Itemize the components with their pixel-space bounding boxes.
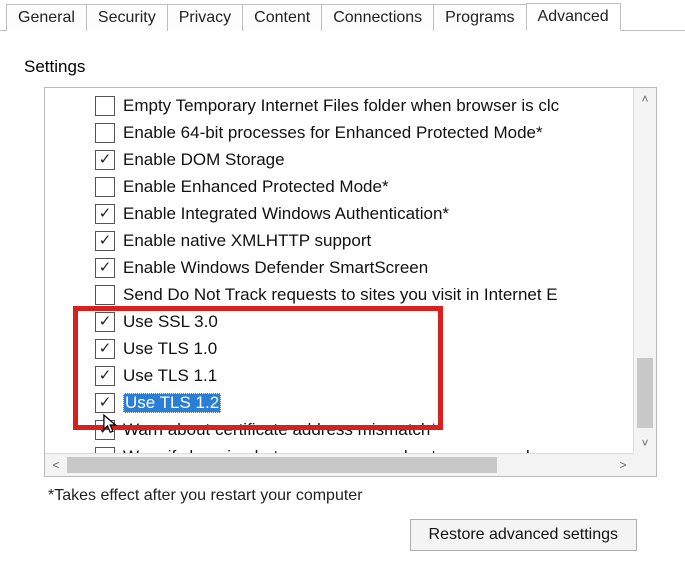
restart-note: *Takes effect after you restart your com… bbox=[48, 487, 661, 505]
button-row: Restore advanced settings bbox=[24, 519, 637, 551]
tab-programs[interactable]: Programs bbox=[433, 4, 526, 31]
vertical-scroll-thumb[interactable] bbox=[637, 358, 653, 428]
settings-item-label: Use TLS 1.2 bbox=[123, 393, 221, 413]
settings-group-label: Settings bbox=[24, 57, 91, 77]
checkbox[interactable] bbox=[95, 204, 115, 224]
settings-item[interactable]: Use SSL 3.0 bbox=[49, 308, 634, 335]
scrollbar-corner bbox=[634, 454, 656, 476]
checkbox[interactable] bbox=[95, 96, 115, 116]
settings-item[interactable]: Enable 64-bit processes for Enhanced Pro… bbox=[49, 119, 634, 146]
settings-item-label: Enable Integrated Windows Authentication… bbox=[123, 204, 449, 224]
settings-item[interactable]: Enable Enhanced Protected Mode* bbox=[49, 173, 634, 200]
settings-item-label: Enable Enhanced Protected Mode* bbox=[123, 177, 389, 197]
settings-item-label: Empty Temporary Internet Files folder wh… bbox=[123, 96, 559, 116]
settings-item-label: Enable 64-bit processes for Enhanced Pro… bbox=[123, 123, 543, 143]
checkbox[interactable] bbox=[95, 312, 115, 332]
settings-item[interactable]: Enable native XMLHTTP support bbox=[49, 227, 634, 254]
checkbox[interactable] bbox=[95, 123, 115, 143]
checkbox[interactable] bbox=[95, 150, 115, 170]
settings-item[interactable]: Send Do Not Track requests to sites you … bbox=[49, 281, 634, 308]
settings-item-label: Use TLS 1.1 bbox=[123, 366, 217, 386]
scroll-up-arrow-icon[interactable]: ˄ bbox=[634, 88, 656, 110]
tab-content[interactable]: Content bbox=[242, 4, 322, 31]
settings-item-label: Use SSL 3.0 bbox=[123, 312, 218, 332]
checkbox[interactable] bbox=[95, 177, 115, 197]
tab-security[interactable]: Security bbox=[86, 4, 168, 31]
settings-item[interactable]: Use TLS 1.2 bbox=[49, 389, 634, 416]
settings-item-label: Enable DOM Storage bbox=[123, 150, 285, 170]
settings-item[interactable]: Enable DOM Storage bbox=[49, 146, 634, 173]
tab-connections[interactable]: Connections bbox=[321, 4, 434, 31]
settings-item-label: Use TLS 1.0 bbox=[123, 339, 217, 359]
checkbox[interactable] bbox=[95, 231, 115, 251]
checkbox[interactable] bbox=[95, 393, 115, 413]
checkbox[interactable] bbox=[95, 366, 115, 386]
checkbox[interactable] bbox=[95, 258, 115, 278]
internet-options-dialog: GeneralSecurityPrivacyContentConnections… bbox=[0, 0, 685, 580]
settings-item[interactable]: Use TLS 1.0 bbox=[49, 335, 634, 362]
settings-item-label: Send Do Not Track requests to sites you … bbox=[123, 285, 558, 305]
restore-advanced-settings-button[interactable]: Restore advanced settings bbox=[410, 519, 637, 551]
settings-item[interactable]: Warn about certificate address mismatch* bbox=[49, 416, 634, 443]
checkbox[interactable] bbox=[95, 339, 115, 359]
tab-general[interactable]: General bbox=[6, 4, 87, 31]
tab-privacy[interactable]: Privacy bbox=[167, 4, 243, 31]
settings-group: Settings Empty Temporary Internet Files … bbox=[24, 57, 661, 477]
tab-advanced[interactable]: Advanced bbox=[526, 3, 621, 31]
settings-listbox[interactable]: Empty Temporary Internet Files folder wh… bbox=[44, 87, 657, 477]
settings-item-label: Enable Windows Defender SmartScreen bbox=[123, 258, 428, 278]
scroll-left-arrow-icon[interactable]: ˂ bbox=[45, 454, 67, 476]
tabstrip: GeneralSecurityPrivacyContentConnections… bbox=[0, 0, 685, 31]
settings-item-label: Warn about certificate address mismatch* bbox=[123, 420, 437, 440]
vertical-scrollbar[interactable]: ˄ ˅ bbox=[633, 88, 656, 454]
settings-item[interactable]: Enable Integrated Windows Authentication… bbox=[49, 200, 634, 227]
tab-content-advanced: Settings Empty Temporary Internet Files … bbox=[0, 31, 685, 561]
checkbox[interactable] bbox=[95, 285, 115, 305]
settings-item[interactable]: Empty Temporary Internet Files folder wh… bbox=[49, 92, 634, 119]
horizontal-scroll-thumb[interactable] bbox=[67, 457, 497, 473]
settings-item[interactable]: Use TLS 1.1 bbox=[49, 362, 634, 389]
settings-item-label: Enable native XMLHTTP support bbox=[123, 231, 371, 251]
settings-item[interactable]: Enable Windows Defender SmartScreen bbox=[49, 254, 634, 281]
horizontal-scrollbar[interactable]: ˂ ˃ bbox=[45, 453, 634, 476]
checkbox[interactable] bbox=[95, 420, 115, 440]
scroll-right-arrow-icon[interactable]: ˃ bbox=[612, 454, 634, 476]
scroll-down-arrow-icon[interactable]: ˅ bbox=[634, 432, 656, 454]
